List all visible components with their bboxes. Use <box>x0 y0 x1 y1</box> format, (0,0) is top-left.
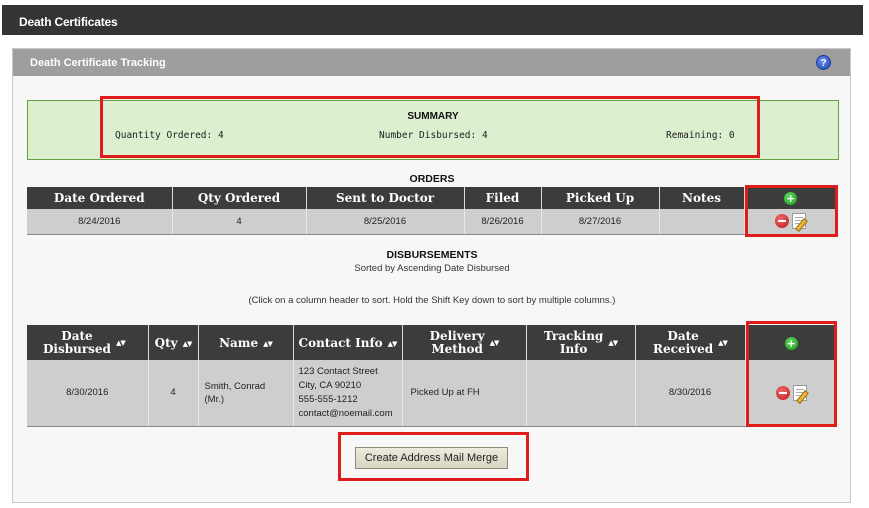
order-filed: 8/26/2016 <box>464 209 542 235</box>
order-picked-up: 8/27/2016 <box>541 209 660 235</box>
panel-title: Death Certificate Tracking <box>30 57 166 69</box>
order-sent-to-doctor: 8/25/2016 <box>306 209 465 235</box>
col-qty[interactable]: Qty ▲▼ <box>148 325 199 360</box>
col-qty-label: Qty <box>154 335 178 350</box>
col-name-label: Name <box>219 335 259 350</box>
col-tracking-line1: Tracking <box>543 328 604 343</box>
col-delivery-line2: Method <box>431 341 483 356</box>
panel-header: Death Certificate Tracking <box>13 49 850 76</box>
order-row: 8/24/2016 4 8/25/2016 8/26/2016 8/27/201… <box>27 209 837 235</box>
col-delivery-line1: Delivery <box>429 328 485 343</box>
col-contact-info[interactable]: Contact Info ▲▼ <box>293 325 403 360</box>
disb-date-disbursed: 8/30/2016 <box>27 360 149 427</box>
quantity-ordered: Quantity Ordered: 4 <box>115 130 224 141</box>
delete-disbursement-icon[interactable] <box>775 385 790 400</box>
add-order-cell: + <box>744 187 837 209</box>
remaining: Remaining: 0 <box>666 130 735 141</box>
app-title-bar: Death Certificates <box>2 5 863 35</box>
help-icon[interactable]: ? <box>816 55 831 70</box>
sort-arrows-icon: ▲▼ <box>489 338 500 347</box>
disbursement-row: 8/30/2016 4 Smith, Conrad (Mr.) 123 Cont… <box>27 360 837 427</box>
disb-contact-info: 123 Contact Street City, CA 90210 555-55… <box>293 360 403 427</box>
disb-name-line1: Smith, Conrad <box>204 380 266 392</box>
order-actions <box>744 209 837 235</box>
disb-tracking-info <box>526 360 636 427</box>
sort-arrows-icon: ▲▼ <box>718 338 728 347</box>
disbursements-table: Date Disbursed ▲▼ Qty ▲▼ Name ▲▼ Contact Inf… <box>27 325 837 427</box>
sort-arrows-icon: ▲▼ <box>115 338 126 347</box>
contact-line: 123 Contact Street <box>298 365 378 377</box>
disbursements-subtitle: Sorted by Ascending Date Disbursed <box>354 263 510 274</box>
col-date-received-line1: Date <box>667 328 699 343</box>
disb-actions <box>745 360 837 427</box>
edit-order-icon[interactable] <box>792 213 807 230</box>
col-sent-to-doctor[interactable]: Sent to Doctor <box>306 187 465 209</box>
order-qty: 4 <box>172 209 307 235</box>
col-date-disbursed-line2: Disbursed <box>43 341 111 356</box>
app-title: Death Certificates <box>19 15 118 29</box>
col-name[interactable]: Name ▲▼ <box>198 325 294 360</box>
add-order-icon[interactable]: + <box>784 192 798 205</box>
col-contact-info-label: Contact Info <box>298 335 383 350</box>
col-date-received[interactable]: Date Received ▲▼ <box>635 325 746 360</box>
create-mail-merge-button[interactable]: Create Address Mail Merge <box>355 447 508 469</box>
col-date-disbursed-line1: Date <box>61 328 93 343</box>
col-date-received-line2: Received <box>653 341 714 356</box>
sort-arrows-icon: ▲▼ <box>263 338 273 348</box>
col-picked-up[interactable]: Picked Up <box>541 187 660 209</box>
col-tracking-line2: Info <box>559 341 588 356</box>
disb-name-line2: (Mr.) <box>204 393 225 405</box>
col-tracking-info[interactable]: Tracking Info ▲▼ <box>526 325 636 360</box>
col-date-disbursed[interactable]: Date Disbursed ▲▼ <box>27 325 149 360</box>
order-notes <box>659 209 745 235</box>
orders-title: ORDERS <box>409 173 455 185</box>
disb-qty: 4 <box>148 360 199 427</box>
delete-order-icon[interactable] <box>775 214 790 229</box>
disbursements-title: DISBURSEMENTS <box>386 249 478 261</box>
order-date-ordered: 8/24/2016 <box>27 209 173 235</box>
disb-delivery-method: Picked Up at FH <box>402 360 527 427</box>
contact-line: contact@noemail.com <box>298 407 393 419</box>
col-delivery-method[interactable]: Delivery Method ▲▼ <box>402 325 527 360</box>
col-filed[interactable]: Filed <box>464 187 542 209</box>
sort-arrows-icon: ▲▼ <box>387 338 398 348</box>
col-notes[interactable]: Notes <box>659 187 745 209</box>
sort-hint: (Click on a column header to sort. Hold … <box>248 295 616 306</box>
disb-date-received: 8/30/2016 <box>635 360 746 427</box>
number-disbursed: Number Disbursed: 4 <box>379 130 488 141</box>
disb-name: Smith, Conrad (Mr.) <box>198 360 294 427</box>
contact-line: 555-555-1212 <box>298 393 358 405</box>
contact-line: City, CA 90210 <box>298 379 362 391</box>
orders-table: Date Ordered Qty Ordered Sent to Doctor … <box>27 187 837 235</box>
col-date-ordered[interactable]: Date Ordered <box>27 187 173 209</box>
sort-arrows-icon: ▲▼ <box>182 338 193 348</box>
add-disbursement-cell: + <box>745 325 837 360</box>
summary-title: SUMMARY <box>407 111 459 122</box>
sort-arrows-icon: ▲▼ <box>608 338 618 347</box>
edit-disbursement-icon[interactable] <box>792 384 807 401</box>
add-disbursement-icon[interactable]: + <box>784 336 798 350</box>
col-qty-ordered[interactable]: Qty Ordered <box>172 187 307 209</box>
